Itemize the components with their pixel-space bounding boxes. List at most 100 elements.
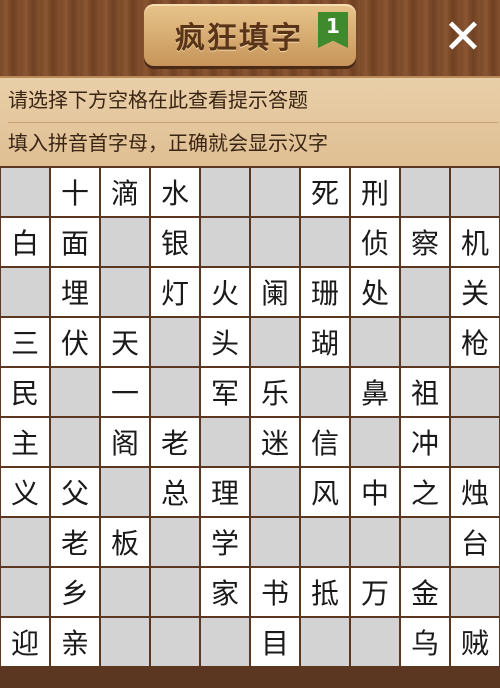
- grid-cell-blocked: [201, 168, 249, 216]
- grid-cell-letter[interactable]: 死: [301, 168, 349, 216]
- grid-cell-letter[interactable]: 板: [101, 518, 149, 566]
- grid-cell-letter[interactable]: 祖: [401, 368, 449, 416]
- grid-cell-blocked: [451, 418, 499, 466]
- grid-cell-letter[interactable]: 民: [1, 368, 49, 416]
- grid-cell-blocked: [151, 518, 199, 566]
- grid-cell-letter[interactable]: 风: [301, 468, 349, 516]
- grid-cell-letter[interactable]: 机: [451, 218, 499, 266]
- hint-panel: 请选择下方空格在此查看提示答题 填入拼音首字母，正确就会显示汉字: [0, 76, 500, 166]
- grid-cell-letter[interactable]: 学: [201, 518, 249, 566]
- grid-cell-letter[interactable]: 侦: [351, 218, 399, 266]
- title-plaque: 疯狂填字 1: [144, 4, 356, 66]
- grid-cell-letter[interactable]: 军: [201, 368, 249, 416]
- grid-cell-blocked: [251, 318, 299, 366]
- grid-cell-blocked: [201, 218, 249, 266]
- grid-cell-letter[interactable]: 察: [401, 218, 449, 266]
- grid-cell-letter[interactable]: 灯: [151, 268, 199, 316]
- grid-cell-blocked: [351, 318, 399, 366]
- grid-cell-blocked: [301, 618, 349, 666]
- grid-cell-letter[interactable]: 火: [201, 268, 249, 316]
- grid-cell-blocked: [251, 218, 299, 266]
- grid-cell-letter[interactable]: 家: [201, 568, 249, 616]
- grid-cell-letter[interactable]: 枪: [451, 318, 499, 366]
- grid-cell-letter[interactable]: 天: [101, 318, 149, 366]
- grid-cell-letter[interactable]: 主: [1, 418, 49, 466]
- level-badge: 1: [318, 12, 348, 48]
- grid-cell-letter[interactable]: 迎: [1, 618, 49, 666]
- grid-cell-letter[interactable]: 抵: [301, 568, 349, 616]
- grid-cell-letter[interactable]: 老: [51, 518, 99, 566]
- grid-cell-blocked: [51, 368, 99, 416]
- grid-cell-letter[interactable]: 三: [1, 318, 49, 366]
- grid-cell-letter[interactable]: 烛: [451, 468, 499, 516]
- grid-cell-letter[interactable]: 老: [151, 418, 199, 466]
- grid-cell-letter[interactable]: 乡: [51, 568, 99, 616]
- grid-cell-letter[interactable]: 书: [251, 568, 299, 616]
- grid-cell-letter[interactable]: 银: [151, 218, 199, 266]
- grid-cell-blocked: [401, 268, 449, 316]
- grid-cell-letter[interactable]: 目: [251, 618, 299, 666]
- grid-cell-letter[interactable]: 冲: [401, 418, 449, 466]
- grid-cell-letter[interactable]: 白: [1, 218, 49, 266]
- grid-cell-letter[interactable]: 瑚: [301, 318, 349, 366]
- grid-cell-letter[interactable]: 埋: [51, 268, 99, 316]
- grid-cell-letter[interactable]: 鼻: [351, 368, 399, 416]
- hint-line-1: 请选择下方空格在此查看提示答题: [8, 88, 308, 112]
- grid-cell-blocked: [301, 218, 349, 266]
- grid-cell-letter[interactable]: 处: [351, 268, 399, 316]
- grid-cell-letter[interactable]: 刑: [351, 168, 399, 216]
- hint-line-2: 填入拼音首字母，正确就会显示汉字: [8, 122, 498, 163]
- grid-cell-letter[interactable]: 信: [301, 418, 349, 466]
- grid-cell-letter[interactable]: 中: [351, 468, 399, 516]
- grid-cell-blocked: [251, 468, 299, 516]
- grid-cell-letter[interactable]: 阑: [251, 268, 299, 316]
- grid-cell-blocked: [201, 418, 249, 466]
- grid-cell-letter[interactable]: 理: [201, 468, 249, 516]
- grid-cell-blocked: [101, 468, 149, 516]
- grid-cell-blocked: [151, 568, 199, 616]
- grid-cell-blocked: [451, 168, 499, 216]
- grid-cell-letter[interactable]: 亲: [51, 618, 99, 666]
- grid-cell-letter[interactable]: 珊: [301, 268, 349, 316]
- grid-cell-letter[interactable]: 伏: [51, 318, 99, 366]
- grid-cell-letter[interactable]: 关: [451, 268, 499, 316]
- grid-cell-letter[interactable]: 贼: [451, 618, 499, 666]
- grid-cell-letter[interactable]: 之: [401, 468, 449, 516]
- grid-cell-blocked: [351, 618, 399, 666]
- grid-cell-blocked: [101, 218, 149, 266]
- grid-cell-blocked: [351, 518, 399, 566]
- grid-cell-letter[interactable]: 阁: [101, 418, 149, 466]
- grid-cell-blocked: [101, 618, 149, 666]
- grid-cell-blocked: [401, 318, 449, 366]
- grid-cell-blocked: [451, 368, 499, 416]
- grid-cell-letter[interactable]: 父: [51, 468, 99, 516]
- grid-cell-letter[interactable]: 义: [1, 468, 49, 516]
- grid-cell-letter[interactable]: 滴: [101, 168, 149, 216]
- grid-cell-blocked: [151, 318, 199, 366]
- grid-cell-letter[interactable]: 头: [201, 318, 249, 366]
- grid-cell-blocked: [151, 618, 199, 666]
- grid-cell-blocked: [151, 368, 199, 416]
- grid-cell-letter[interactable]: 总: [151, 468, 199, 516]
- grid-cell-letter[interactable]: 十: [51, 168, 99, 216]
- grid-cell-blocked: [451, 568, 499, 616]
- grid-cell-blocked: [1, 568, 49, 616]
- grid-cell-letter[interactable]: 金: [401, 568, 449, 616]
- grid-cell-blocked: [351, 418, 399, 466]
- grid-cell-letter[interactable]: 一: [101, 368, 149, 416]
- grid-cell-letter[interactable]: 万: [351, 568, 399, 616]
- grid-cell-blocked: [101, 268, 149, 316]
- top-bar: 疯狂填字 1 ✕: [0, 0, 500, 76]
- grid-cell-blocked: [401, 168, 449, 216]
- grid-cell-blocked: [251, 168, 299, 216]
- grid-cell-letter[interactable]: 乌: [401, 618, 449, 666]
- grid-cell-letter[interactable]: 水: [151, 168, 199, 216]
- grid-cell-letter[interactable]: 乐: [251, 368, 299, 416]
- close-button[interactable]: ✕: [438, 12, 488, 62]
- grid-cell-blocked: [1, 268, 49, 316]
- crossword-grid: 十滴水 死刑白面 银 侦察机埋 灯火阑珊处 关三伏天 头 瑚 枪民 一 军乐 鼻祖主 阁老 迷信 冲义父 总理…: [0, 166, 500, 688]
- grid-cell-letter[interactable]: 面: [51, 218, 99, 266]
- grid-cell-letter[interactable]: 台: [451, 518, 499, 566]
- grid-cell-letter[interactable]: 迷: [251, 418, 299, 466]
- grid-cell-blocked: [101, 568, 149, 616]
